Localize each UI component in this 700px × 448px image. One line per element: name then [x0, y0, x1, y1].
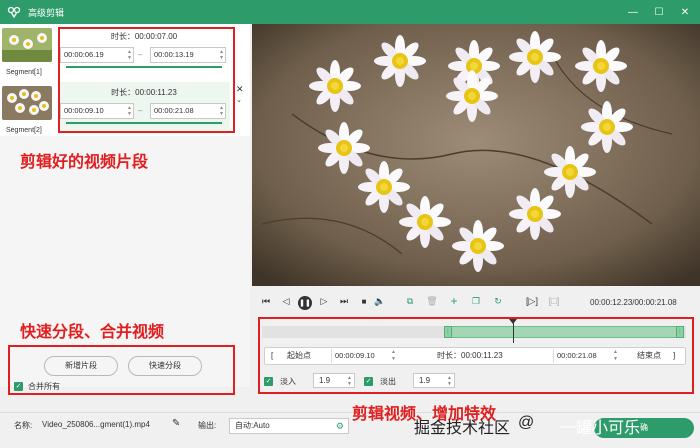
playhead-marker-icon[interactable]: [509, 319, 517, 324]
gear-icon[interactable]: ⚙: [336, 419, 344, 433]
segment-2-end-input[interactable]: 00:00:21.08 ▲ ▼: [150, 103, 226, 119]
trim-duration: 时长：00:00:11.23: [437, 351, 503, 360]
spinner-icon[interactable]: ▲ ▼: [127, 105, 132, 117]
spinner-icon[interactable]: ▲ ▼: [219, 105, 224, 117]
output-value: 自动:Auto: [235, 421, 270, 430]
name-label: 名称:: [14, 421, 33, 430]
segment-2-start-value: 00:00:09.10: [64, 106, 104, 115]
fade-in-value: 1.9: [319, 376, 331, 385]
segment-2-start-input[interactable]: 00:00:09.10 ▲ ▼: [60, 103, 134, 119]
trim-row: [ 起始点 00:00:09.10 ▲ ▼ 时长：00:00:11.23 00:0…: [264, 347, 686, 365]
segment-1-duration: 时长：00:00:07.00: [110, 32, 178, 41]
annotation-split-merge: 快速分段、合并视频: [20, 324, 165, 341]
spinner-icon[interactable]: ▲ ▼: [127, 49, 132, 61]
fade-out-label: 淡出: [380, 377, 396, 386]
confirm-label: 确: [640, 423, 648, 432]
trim-start-input[interactable]: 00:00:09.10 ▲ ▼: [331, 349, 397, 363]
output-select[interactable]: 自动:Auto ⚙: [229, 418, 349, 434]
spinner-icon[interactable]: ▲ ▼: [447, 375, 452, 387]
time-display: 00:00:12.23/00:00:21.08: [590, 298, 677, 307]
segment-1-start-value: 00:00:06.19: [64, 50, 104, 59]
segment-1-start-input[interactable]: 00:00:06.19 ▲ ▼: [60, 47, 134, 63]
spinner-icon[interactable]: ▲ ▼: [219, 49, 224, 61]
output-label: 输出:: [198, 421, 217, 430]
stop-icon[interactable]: ■: [358, 294, 370, 308]
chevron-down-icon[interactable]: ⌄: [236, 96, 242, 104]
close-segment-icon[interactable]: ✕: [236, 84, 244, 95]
range-dash: –: [138, 50, 143, 59]
segment-1-progress: [66, 66, 222, 68]
segment-1-card[interactable]: 时长：00:00:07.00 00:00:06.19 ▲ ▼ – 00:00:13…: [58, 26, 230, 78]
playhead[interactable]: [513, 321, 514, 343]
left-panel: Segment[1] 时长：00:00:07.00 00:00:06.19 ▲ ▼…: [0, 24, 250, 391]
watermark-author: 一罐小可乐: [560, 420, 641, 437]
fade-in-label: 淡入: [280, 377, 296, 386]
minimize-button[interactable]: —: [620, 0, 646, 24]
split-icon[interactable]: ⧉: [404, 294, 416, 308]
edit-name-icon[interactable]: ✎: [172, 418, 180, 429]
app-logo-icon: [6, 4, 22, 20]
segment-1-end-value: 00:00:13.19: [154, 50, 194, 59]
watermark-site: 掘金技术社区: [414, 420, 511, 437]
fade-out-value: 1.9: [419, 376, 431, 385]
pause-icon[interactable]: ❚❚: [298, 296, 312, 310]
delete-icon[interactable]: 🗑: [426, 294, 438, 308]
maximize-button[interactable]: ☐: [646, 0, 672, 24]
segment-1-end-input[interactable]: 00:00:13.19 ▲ ▼: [150, 47, 226, 63]
segment-2-label: Segment[2]: [6, 127, 42, 134]
close-button[interactable]: ✕: [672, 0, 698, 24]
segment-1-label: Segment[1]: [6, 69, 42, 76]
segment-list: Segment[1] 时长：00:00:07.00 00:00:06.19 ▲ ▼…: [0, 24, 250, 136]
end-bracket-icon: ]: [673, 351, 676, 360]
mark-out-icon[interactable]: [□]: [548, 294, 560, 308]
annotation-clips: 剪辑好的视频片段: [20, 154, 149, 171]
volume-icon[interactable]: 🔈: [374, 294, 386, 308]
trim-end-value: 00:00:21.08: [557, 351, 597, 360]
spinner-icon[interactable]: ▲ ▼: [391, 349, 396, 363]
file-name: Video_250806...gment(1).mp4: [42, 420, 150, 429]
copy-icon[interactable]: ❐: [470, 294, 482, 308]
segment-2-thumbnail[interactable]: [2, 86, 52, 120]
watermark-at: @: [518, 414, 535, 431]
trim-end-input[interactable]: 00:00:21.08 ▲ ▼: [553, 349, 619, 363]
merge-all-checkbox[interactable]: ✓: [14, 382, 23, 391]
segment-2-progress: [66, 122, 222, 124]
window-title: 高级剪辑: [28, 7, 65, 18]
start-bracket-icon: [: [271, 351, 274, 360]
segment-2-duration: 时长：00:00:11.23: [111, 88, 177, 97]
segment-2-card[interactable]: 时长：00:00:11.23 00:00:09.10 ▲ ▼ – 00:00:21…: [58, 82, 230, 134]
title-bar: 高级剪辑: [0, 0, 700, 24]
segment-1-thumbnail[interactable]: [2, 28, 52, 62]
video-preview[interactable]: [252, 24, 700, 286]
timeline-end-handle[interactable]: ⋮: [676, 326, 684, 338]
fade-out-input[interactable]: 1.9 ▲ ▼: [413, 373, 455, 388]
fade-in-input[interactable]: 1.9 ▲ ▼: [313, 373, 355, 388]
timeline-start-handle[interactable]: ⋮: [444, 326, 452, 338]
add-segment-button[interactable]: 新增片段: [44, 356, 118, 376]
fade-in-checkbox[interactable]: ✓: [264, 377, 273, 386]
spinner-icon[interactable]: ▲ ▼: [613, 349, 618, 363]
skip-end-icon[interactable]: ⏭: [338, 294, 350, 308]
next-frame-icon[interactable]: ▷: [318, 294, 330, 308]
spinner-icon[interactable]: ▲ ▼: [347, 375, 352, 387]
merge-all-label: 合并所有: [28, 382, 60, 391]
segment-2-end-value: 00:00:21.08: [154, 106, 194, 115]
range-dash: –: [138, 106, 143, 115]
end-point-button[interactable]: 结束点: [637, 348, 661, 364]
mark-in-icon[interactable]: [▷]: [526, 294, 538, 308]
fade-out-checkbox[interactable]: ✓: [364, 377, 373, 386]
prev-frame-icon[interactable]: ◁: [280, 294, 292, 308]
trim-start-value: 00:00:09.10: [335, 351, 375, 360]
start-point-button[interactable]: 起始点: [287, 348, 311, 364]
add-icon[interactable]: +: [448, 294, 460, 308]
reset-icon[interactable]: ↻: [492, 294, 504, 308]
preview-frame: [252, 24, 700, 286]
timeline-selection[interactable]: [444, 326, 684, 338]
skip-start-icon[interactable]: ⏮: [260, 294, 272, 308]
quick-split-button[interactable]: 快速分段: [128, 356, 202, 376]
